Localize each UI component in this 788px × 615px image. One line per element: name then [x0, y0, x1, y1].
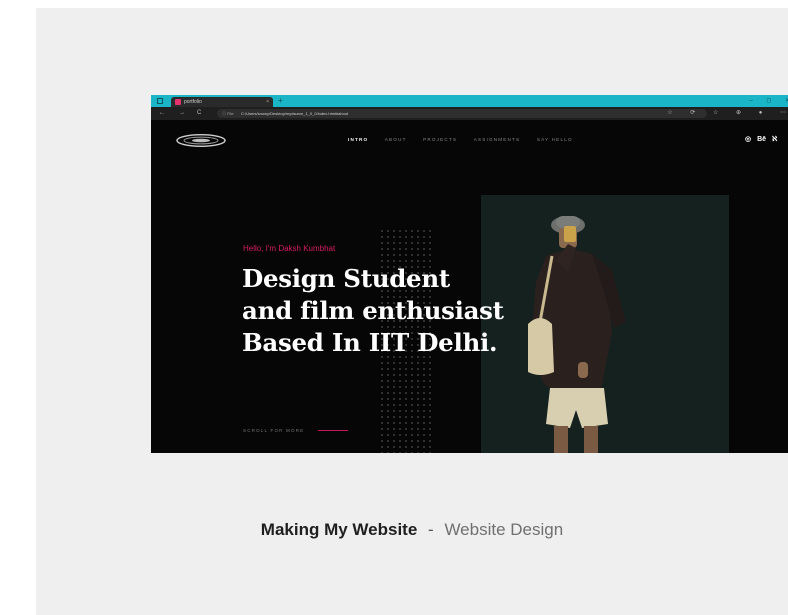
instagram-icon[interactable]: ◎	[745, 136, 751, 143]
portrait-photo	[528, 216, 626, 453]
scroll-hint[interactable]: SCROLL FOR MORE	[243, 428, 304, 433]
url-field[interactable]: ⓘ File C:/Users/snowy/Desktop/mydsurce_1…	[217, 109, 707, 118]
url-prefix: ⓘ File	[222, 111, 234, 116]
menu-item-intro[interactable]: INTRO	[348, 137, 368, 142]
extension-icons[interactable]: ☆ ⟳ ☆ ⊕ ● ⋯	[667, 107, 788, 120]
menu-item-about[interactable]: ABOUT	[385, 137, 407, 142]
reload-icon[interactable]: C	[197, 107, 201, 120]
new-tab-icon[interactable]: +	[278, 95, 283, 107]
menu-item-assignments[interactable]: ASSIGNMENTS	[474, 137, 521, 142]
browser-tab[interactable]: portfolio ×	[171, 97, 273, 107]
address-bar: ← → C ⓘ File C:/Users/snowy/Desktop/myds…	[151, 107, 788, 120]
headline-line-1: Design Student	[242, 264, 450, 293]
social-links: ◎ Bē ℵ	[745, 135, 781, 143]
caption-separator: -	[428, 520, 434, 539]
headline-line-2: and film enthusiast	[242, 296, 504, 325]
hero-greeting: Hello, I'm Daksh Kumbhat	[243, 244, 336, 253]
headline-line-3: Based In IIT Delhi.	[242, 328, 498, 357]
window-controls[interactable]: – ◻ ✕	[749, 95, 788, 107]
site-navbar: INTRO ABOUT PROJECTS ASSIGNMENTS SAY HEL…	[151, 120, 788, 160]
browser-titlebar: portfolio × + – ◻ ✕	[151, 95, 788, 107]
menu-item-say-hello[interactable]: SAY HELLO	[537, 137, 573, 142]
project-caption: Making My Website - Website Design	[36, 520, 788, 540]
back-icon[interactable]: ←	[159, 107, 165, 120]
window-menu-icon	[157, 98, 163, 104]
project-card[interactable]: portfolio × + – ◻ ✕ ← → C ⓘ File C:/User…	[36, 8, 788, 615]
site-menu: INTRO ABOUT PROJECTS ASSIGNMENTS SAY HEL…	[348, 137, 587, 145]
tab-title: portfolio	[184, 99, 202, 105]
url-text: C:/Users/snowy/Desktop/mydsurce_1_0_0/in…	[241, 111, 349, 116]
forward-icon[interactable]: →	[179, 107, 185, 120]
hero-headline: Design Student and film enthusiast Based…	[242, 263, 504, 359]
behance-icon[interactable]: Bē	[757, 136, 766, 143]
tab-close-icon[interactable]: ×	[266, 97, 269, 107]
project-title[interactable]: Making My Website	[261, 520, 418, 539]
scroll-hint-line	[318, 430, 348, 431]
menu-item-projects[interactable]: PROJECTS	[423, 137, 457, 142]
other-social-icon[interactable]: ℵ	[772, 136, 777, 143]
favicon-icon	[175, 99, 181, 105]
website-screenshot: portfolio × + – ◻ ✕ ← → C ⓘ File C:/User…	[151, 95, 788, 453]
site-logo-icon[interactable]	[176, 134, 226, 147]
project-category: Website Design	[444, 520, 564, 539]
